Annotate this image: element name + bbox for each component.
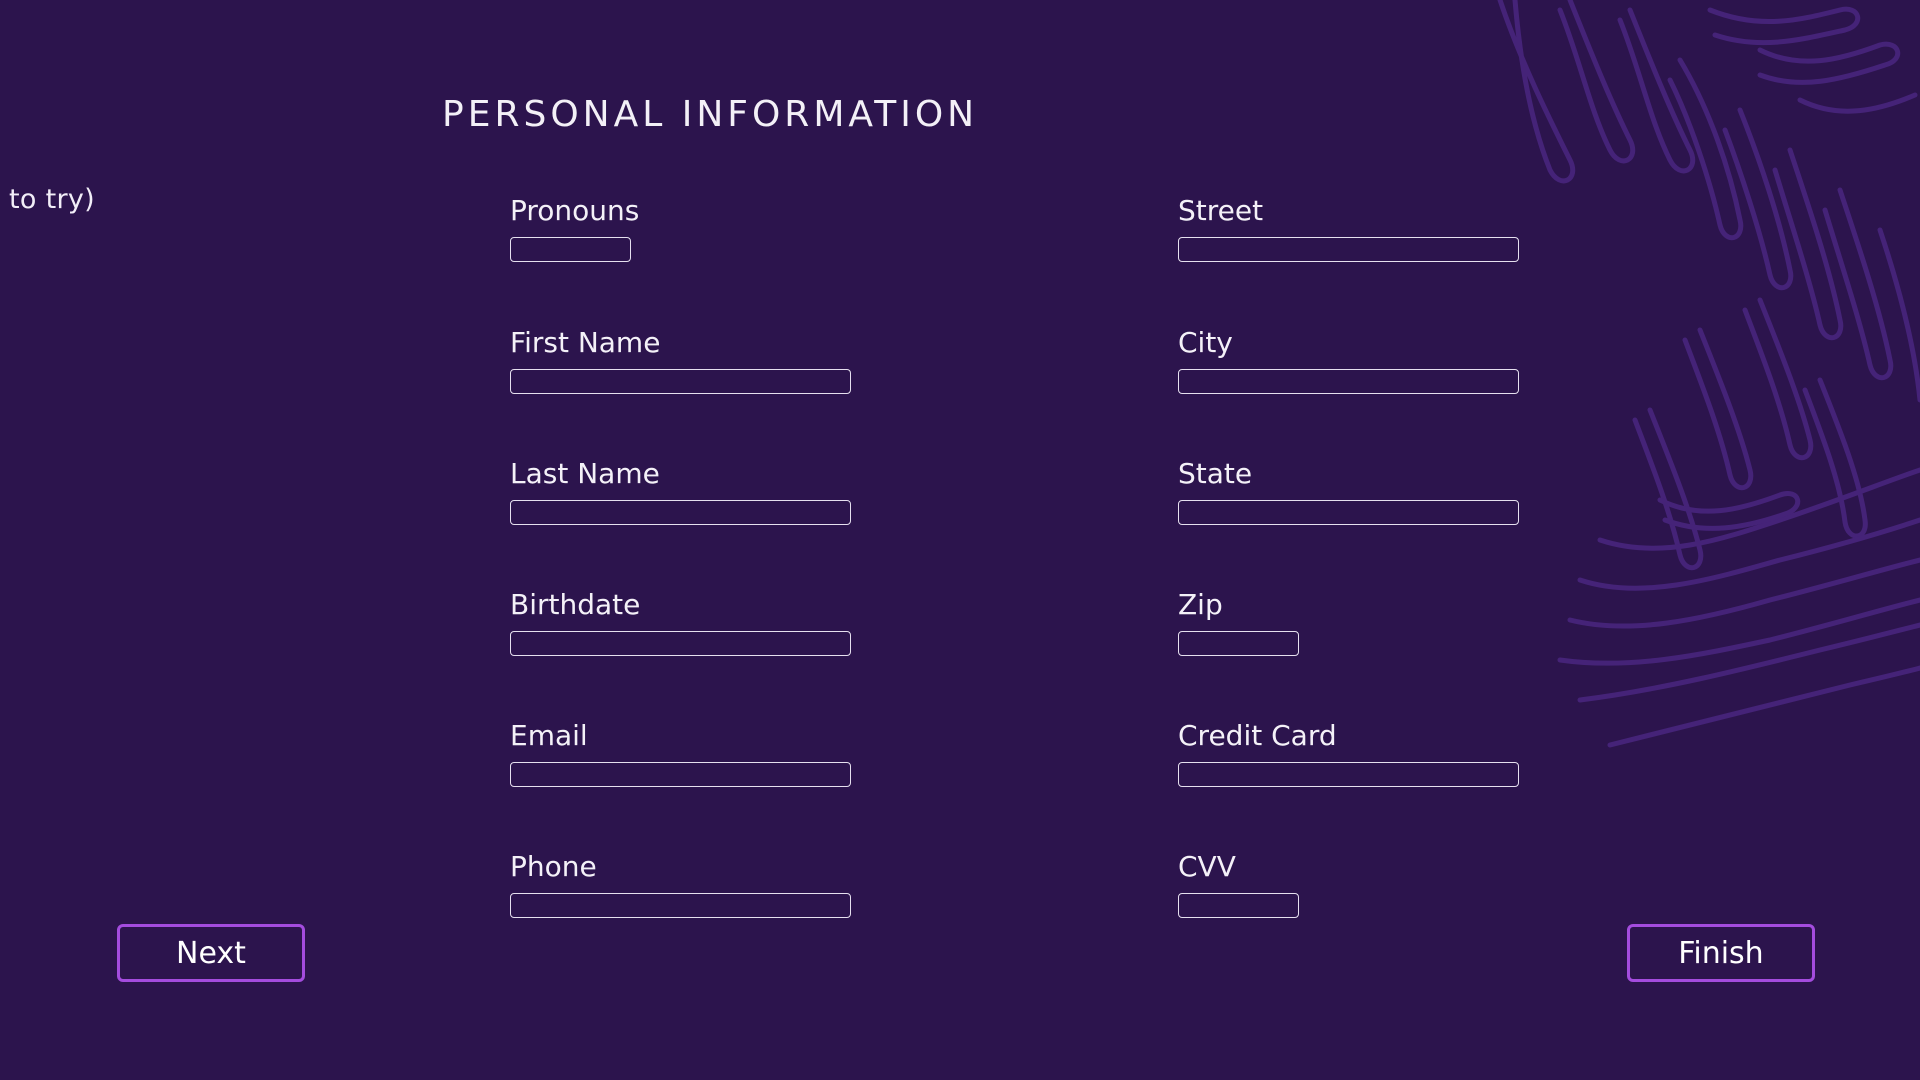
first-name-label: First Name — [510, 326, 661, 359]
last-name-input[interactable] — [510, 500, 851, 525]
phone-input[interactable] — [510, 893, 851, 918]
last-name-label: Last Name — [510, 457, 660, 490]
email-label: Email — [510, 719, 588, 752]
city-label: City — [1178, 326, 1233, 359]
background-decoration — [1497, 0, 1920, 748]
email-input[interactable] — [510, 762, 851, 787]
partial-side-text: to try) — [9, 184, 95, 215]
birthdate-label: Birthdate — [510, 588, 641, 621]
zip-input[interactable] — [1178, 631, 1299, 656]
credit-card-label: Credit Card — [1178, 719, 1337, 752]
street-input[interactable] — [1178, 237, 1519, 262]
finish-button[interactable]: Finish — [1627, 924, 1815, 982]
cvv-input[interactable] — [1178, 893, 1299, 918]
phone-label: Phone — [510, 850, 597, 883]
cvv-label: CVV — [1178, 850, 1236, 883]
page-title: PERSONAL INFORMATION — [442, 94, 979, 135]
next-button[interactable]: Next — [117, 924, 305, 982]
pronouns-label: Pronouns — [510, 194, 640, 227]
credit-card-input[interactable] — [1178, 762, 1519, 787]
city-input[interactable] — [1178, 369, 1519, 394]
zip-label: Zip — [1178, 588, 1223, 621]
pronouns-input[interactable] — [510, 237, 631, 262]
street-label: Street — [1178, 194, 1264, 227]
state-label: State — [1178, 457, 1253, 490]
state-input[interactable] — [1178, 500, 1519, 525]
first-name-input[interactable] — [510, 369, 851, 394]
birthdate-input[interactable] — [510, 631, 851, 656]
